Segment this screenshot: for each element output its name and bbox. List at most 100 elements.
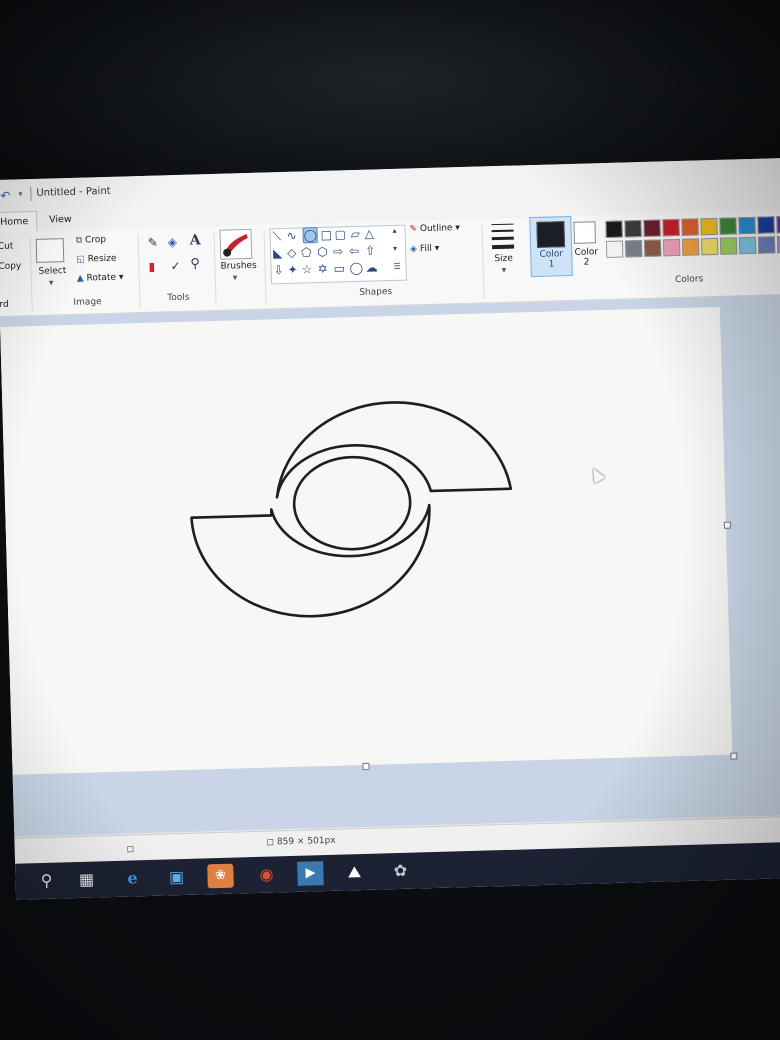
upper-arc-shape [275,401,513,499]
line-shape-icon[interactable]: ⟍ [272,229,281,244]
select-button[interactable]: Select [38,266,66,277]
canvas-size-indicator: ◻ 859 × 501px [266,836,335,848]
edge-browser-icon[interactable]: e [119,866,146,891]
brushes-dropdown-icon[interactable]: ▾ [233,273,238,283]
size-icon[interactable] [491,223,515,253]
colors-group-label: Colors [674,274,704,286]
crop-button[interactable]: ⧉ Crop [76,235,107,246]
rect-callout-shape-icon[interactable]: ▭ [333,261,345,275]
brushes-icon[interactable] [219,228,253,260]
diamond-shape-icon[interactable]: ◇ [287,246,297,260]
movies-app-icon[interactable]: ▶ [297,861,324,886]
resize-icon: ◱ [76,254,85,265]
color1-label: Color 1 [539,249,564,270]
triangle-shape-icon[interactable]: △ [364,226,374,240]
media-player-icon[interactable]: ◉ [253,862,280,887]
palette-swatch[interactable] [700,237,719,256]
size-button[interactable]: Size [494,254,513,265]
palette-swatch[interactable] [662,218,680,237]
palette-swatch[interactable] [681,238,700,256]
size-dropdown-icon[interactable]: ▾ [502,266,507,276]
palette-swatch[interactable] [700,217,718,236]
right-arrow-shape-icon[interactable]: ⇨ [333,244,343,258]
cursor-position-icon: ◻ [126,844,135,855]
palette-swatch[interactable] [624,219,642,238]
copy-button[interactable]: Copy [0,261,21,272]
color1-button[interactable]: Color 1 [529,215,573,278]
hexagon-shape-icon[interactable]: ⬡ [317,245,328,259]
polygon-shape-icon[interactable]: ▱ [350,227,360,241]
down-arrow-shape-icon[interactable]: ⇩ [273,263,283,277]
select-icon[interactable] [35,238,65,263]
resize-handle-right[interactable] [723,521,732,529]
text-tool-icon[interactable]: A [190,232,201,248]
select-dropdown-icon[interactable]: ▾ [49,278,54,288]
palette-swatch[interactable] [605,220,623,238]
app-tile-icon[interactable]: ❀ [207,863,234,889]
left-arrow-shape-icon[interactable]: ⇦ [349,244,359,258]
palette-swatch[interactable] [719,237,738,255]
rounded-rectangle-shape-icon[interactable]: ▢ [334,227,346,241]
up-arrow-shape-icon[interactable]: ⇧ [365,243,375,257]
pencil-icon[interactable]: ✎ [148,236,158,250]
palette-swatch[interactable] [605,240,624,258]
rotate-icon: ▲ [76,273,84,284]
quick-access-dropdown-icon[interactable]: ▾ [18,189,22,198]
color2-swatch [573,221,597,244]
oval-shape-icon[interactable]: ◯ [302,227,319,244]
palette-swatch[interactable] [738,216,756,235]
gallery-down-icon[interactable]: ▾ [393,244,397,253]
image-group-label: Image [73,297,102,308]
search-icon[interactable]: ⚲ [33,869,60,894]
palette-swatch[interactable] [643,219,661,237]
task-view-icon[interactable]: ▦ [73,867,100,892]
resize-handle-bottom[interactable] [362,762,370,770]
palette-swatch[interactable] [719,217,737,235]
gallery-up-icon[interactable]: ▴ [392,226,396,235]
center-ellipse [292,455,412,551]
paint-app-icon[interactable]: ✿ [387,859,414,884]
palette-swatch[interactable] [681,218,699,236]
window-title: Untitled - Paint [36,185,111,199]
brushes-button[interactable]: Brushes [220,261,256,272]
cut-button[interactable]: Cut [0,242,14,252]
outline-button[interactable]: ✎ Outline ▾ [409,223,460,234]
paint-window: ↶ ▾ Untitled - Paint Home View Cut Copy … [0,157,780,900]
palette-swatch[interactable] [776,215,780,234]
pentagon-shape-icon[interactable]: ⬠ [301,245,312,259]
resize-handle-corner[interactable] [730,752,738,760]
palette-swatch[interactable] [624,239,643,258]
fill-bucket-icon[interactable]: ◈ [168,235,178,249]
shapes-gallery[interactable]: ⟍ ∿ ◯ □ ▢ ▱ △ ◣ ◇ ⬠ ⬡ ⇨ ⇦ ⇧ ⇩ ✦ ☆ ✡ ▭ ◯ … [269,224,407,285]
magnifier-icon[interactable]: ⚲ [190,256,200,271]
resize-button[interactable]: ◱ Resize [76,254,116,265]
rectangle-shape-icon[interactable]: □ [320,228,332,242]
fill-button[interactable]: ◈ Fill ▾ [410,244,439,255]
color-picker-icon[interactable]: ✓ [170,259,180,273]
photos-icon[interactable]: ⛰ [341,860,368,885]
brush-graphic [223,234,248,257]
palette-swatch[interactable] [757,216,775,234]
cloud-callout-shape-icon[interactable]: ☁ [365,260,377,274]
palette-swatch[interactable] [757,236,776,254]
palette-swatch[interactable] [662,238,681,257]
tab-home[interactable]: Home [0,210,38,234]
drawing-canvas[interactable] [0,306,738,775]
tab-view[interactable]: View [41,210,80,231]
tools-group-label: Tools [167,292,190,304]
divider [213,231,217,306]
right-triangle-shape-icon[interactable]: ◣ [273,246,283,260]
undo-icon[interactable]: ↶ [0,189,10,203]
rotate-button[interactable]: ▲ Rotate ▾ [77,272,124,283]
four-point-star-shape-icon[interactable]: ✦ [287,263,297,277]
five-point-star-shape-icon[interactable]: ☆ [301,262,312,276]
curve-shape-icon[interactable]: ∿ [286,229,296,243]
store-icon[interactable]: ▣ [163,865,190,890]
palette-swatch[interactable] [643,239,662,257]
palette-swatch[interactable] [738,236,757,255]
six-point-star-shape-icon[interactable]: ✡ [317,262,327,276]
gallery-more-icon[interactable]: ☰ [393,262,400,271]
resize-label: Resize [87,253,117,265]
eraser-icon[interactable]: ▮ [148,260,155,274]
oval-callout-shape-icon[interactable]: ◯ [349,261,363,275]
